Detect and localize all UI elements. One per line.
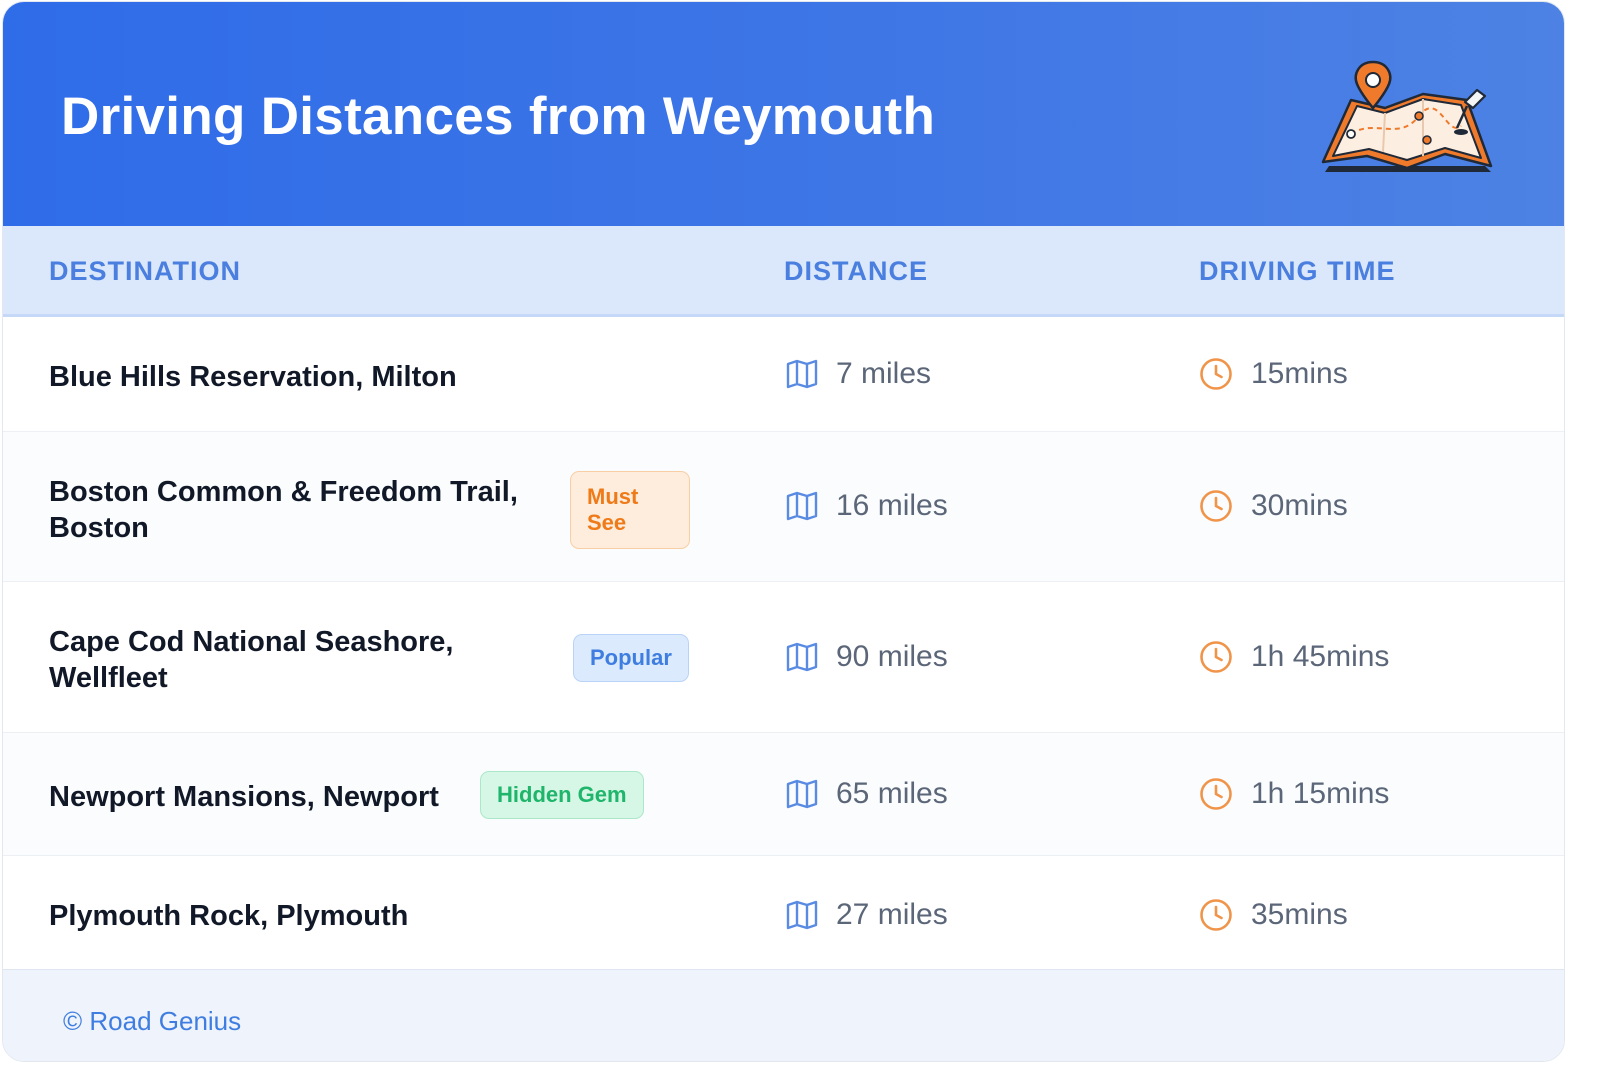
distance-value: 16 miles bbox=[836, 489, 948, 522]
distance-cell: 16 miles bbox=[786, 489, 948, 523]
destination-name: Boston Common & Freedom Trail, Boston bbox=[49, 476, 518, 544]
destination-name: Newport Mansions, Newport bbox=[49, 781, 439, 813]
clock-icon bbox=[1200, 641, 1232, 673]
distance-value: 90 miles bbox=[836, 640, 948, 673]
distance-cell: 7 miles bbox=[786, 357, 931, 391]
destination-name: Blue Hills Reservation, Milton bbox=[49, 361, 457, 393]
time-value: 1h 45mins bbox=[1251, 640, 1390, 673]
table-row: Newport Mansions, Newport Hidden Gem 65 … bbox=[3, 733, 1564, 856]
map-with-pins-icon bbox=[1321, 60, 1493, 172]
map-icon bbox=[786, 491, 818, 521]
time-cell: 35mins bbox=[1199, 898, 1348, 932]
time-value: 35mins bbox=[1251, 898, 1348, 931]
destination-name: Plymouth Rock, Plymouth bbox=[49, 900, 409, 932]
distance-cell: 90 miles bbox=[786, 640, 948, 674]
popular-badge: Popular bbox=[573, 634, 689, 682]
map-icon bbox=[786, 642, 818, 672]
table-header: DESTINATION DISTANCE DRIVING TIME bbox=[3, 226, 1564, 317]
page-title: Driving Distances from Weymouth bbox=[61, 87, 936, 146]
table-row: Blue Hills Reservation, Milton 7 miles 1… bbox=[3, 317, 1564, 432]
hidden-gem-badge: Hidden Gem bbox=[480, 771, 644, 819]
time-cell: 30mins bbox=[1199, 489, 1348, 523]
destination-name: Cape Cod National Seashore, Wellfleet bbox=[49, 626, 454, 694]
column-header-distance: DISTANCE bbox=[784, 256, 929, 286]
time-cell: 1h 45mins bbox=[1199, 640, 1389, 674]
clock-icon bbox=[1200, 899, 1232, 931]
map-icon bbox=[786, 779, 818, 809]
copyright-text: © Road Genius bbox=[63, 1006, 242, 1036]
time-value: 15mins bbox=[1251, 357, 1348, 390]
table-row: Cape Cod National Seashore, Wellfleet Po… bbox=[3, 582, 1564, 733]
must-see-badge: Must See bbox=[570, 471, 690, 549]
distance-value: 65 miles bbox=[836, 777, 948, 810]
footer: © Road Genius bbox=[3, 969, 1564, 1061]
time-value: 1h 15mins bbox=[1251, 777, 1390, 810]
map-icon bbox=[786, 900, 818, 930]
distance-value: 27 miles bbox=[836, 898, 948, 931]
distance-cell: 27 miles bbox=[786, 898, 948, 932]
map-icon bbox=[786, 359, 818, 389]
column-header-driving-time: DRIVING TIME bbox=[1199, 256, 1396, 286]
table-row: Plymouth Rock, Plymouth 27 miles 35mins bbox=[3, 856, 1564, 969]
distance-value: 7 miles bbox=[836, 357, 932, 390]
clock-icon bbox=[1200, 358, 1232, 390]
time-cell: 15mins bbox=[1199, 357, 1348, 391]
column-header-destination: DESTINATION bbox=[49, 256, 241, 286]
time-value: 30mins bbox=[1251, 489, 1348, 522]
clock-icon bbox=[1200, 778, 1232, 810]
table-row: Boston Common & Freedom Trail, Boston Mu… bbox=[3, 432, 1564, 582]
clock-icon bbox=[1200, 490, 1232, 522]
header-banner: Driving Distances from Weymouth bbox=[3, 2, 1564, 226]
time-cell: 1h 15mins bbox=[1199, 777, 1389, 811]
distance-cell: 65 miles bbox=[786, 777, 948, 811]
distance-card: Driving Distances from Weymouth DESTINAT… bbox=[2, 1, 1565, 1062]
